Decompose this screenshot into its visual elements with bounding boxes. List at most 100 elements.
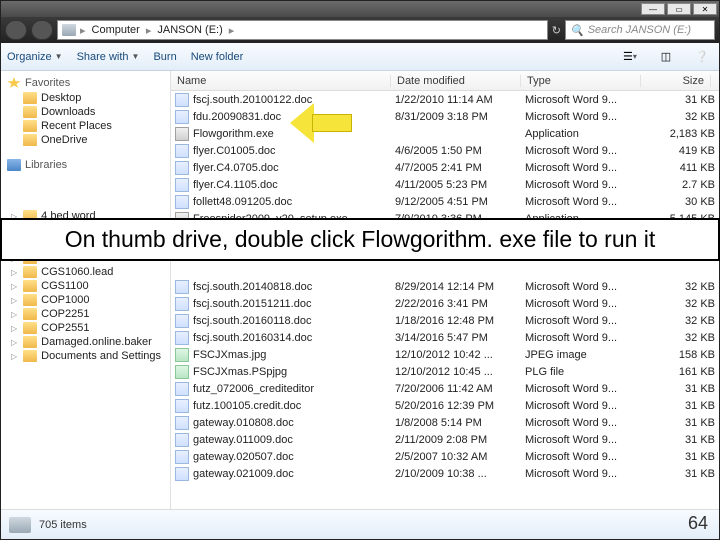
expand-icon[interactable]: ▷ (11, 282, 17, 291)
table-row[interactable]: fscj.south.20151211.doc2/22/2016 3:41 PM… (171, 295, 719, 312)
table-row[interactable]: futz_072006_crediteditor7/20/2006 11:42 … (171, 380, 719, 397)
table-row[interactable]: follett48.091205.doc9/12/2005 4:51 PMMic… (171, 193, 719, 210)
cell-type: Application (525, 128, 645, 140)
sidebar-item[interactable]: Recent Places (1, 119, 170, 133)
libraries-icon (7, 159, 21, 171)
sidebar-libraries-header[interactable]: Libraries (1, 157, 170, 173)
table-row[interactable]: fscj.south.20160314.doc3/14/2016 5:47 PM… (171, 329, 719, 346)
sidebar-item[interactable]: Downloads (1, 105, 170, 119)
sidebar-favorites-header[interactable]: Favorites (1, 75, 170, 91)
breadcrumb[interactable]: ▸ Computer ▸ JANSON (E:) ▸ (57, 20, 548, 40)
cell-name: Flowgorithm.exe (175, 127, 395, 141)
explorer-body: Favorites DesktopDownloadsRecent PlacesO… (1, 71, 719, 509)
table-row[interactable]: flyer.C4.0705.doc4/7/2005 2:41 PMMicroso… (171, 159, 719, 176)
table-row[interactable]: fscj.south.20100122.doc1/22/2010 11:14 A… (171, 91, 719, 108)
sidebar-item[interactable]: Desktop (1, 91, 170, 105)
sidebar-item-label: CGS1100 (41, 280, 89, 292)
new-folder-button[interactable]: New folder (191, 51, 244, 63)
file-icon (175, 416, 189, 430)
file-pane: Name Date modified Type Size fscj.south.… (171, 71, 719, 509)
preview-pane-button[interactable]: ◫ (655, 47, 677, 67)
cell-type: Microsoft Word 9... (525, 94, 645, 106)
col-size[interactable]: Size (641, 75, 711, 87)
burn-button[interactable]: Burn (153, 51, 176, 63)
file-icon (175, 365, 189, 379)
table-row[interactable]: FSCJXmas.jpg12/10/2012 10:42 ...JPEG ima… (171, 346, 719, 363)
close-button[interactable]: ✕ (693, 3, 717, 15)
table-row[interactable]: fdu.20090831.doc8/31/2009 3:18 PMMicroso… (171, 108, 719, 125)
cell-size: 158 KB (645, 349, 715, 361)
cell-size: 32 KB (645, 298, 715, 310)
sidebar-item[interactable]: ▷COP1000 (1, 293, 170, 307)
file-icon (175, 280, 189, 294)
cell-name: follett48.091205.doc (175, 195, 395, 209)
cell-date: 9/12/2005 4:51 PM (395, 196, 525, 208)
breadcrumb-seg[interactable]: JANSON (E:) (155, 24, 224, 36)
drive-icon (9, 517, 31, 533)
table-row[interactable]: Flowgorithm.exeApplication2,183 KB (171, 125, 719, 142)
sidebar-item[interactable]: ▷ Documents and Settings (1, 349, 170, 363)
table-row[interactable]: fscj.south.20140818.doc8/29/2014 12:14 P… (171, 278, 719, 295)
sidebar-item[interactable]: ▷ CGS1100 (1, 279, 170, 293)
table-row[interactable]: fscj.south.20160118.doc1/18/2016 12:48 P… (171, 312, 719, 329)
expand-icon[interactable]: ▷ (11, 338, 17, 347)
explorer-window: — ▭ ✕ ▸ Computer ▸ JANSON (E:) ▸ ↻ 🔍 Sea… (0, 0, 720, 540)
expand-icon[interactable]: ▷ (11, 296, 17, 305)
cell-name: flyer.C4.0705.doc (175, 161, 395, 175)
folder-icon (23, 92, 37, 104)
view-options-button[interactable]: ☰▾ (619, 47, 641, 67)
table-row[interactable]: flyer.C4.1105.doc4/11/2005 5:23 PMMicros… (171, 176, 719, 193)
cell-date: 8/31/2009 3:18 PM (395, 111, 525, 123)
sidebar-item[interactable]: ▷CGS1060.lead (1, 265, 170, 279)
cell-size: 31 KB (645, 434, 715, 446)
chevron-right-icon: ▸ (80, 24, 86, 37)
table-row[interactable]: gateway.021009.doc2/10/2009 10:38 ...Mic… (171, 465, 719, 482)
back-button[interactable] (5, 20, 27, 40)
table-row[interactable]: gateway.010808.doc1/8/2008 5:14 PMMicros… (171, 414, 719, 431)
table-row[interactable]: gateway.011009.doc2/11/2009 2:08 PMMicro… (171, 431, 719, 448)
minimize-button[interactable]: — (641, 3, 665, 15)
cell-size: 31 KB (645, 451, 715, 463)
table-row[interactable]: flyer.C01005.doc4/6/2005 1:50 PMMicrosof… (171, 142, 719, 159)
cell-name: gateway.010808.doc (175, 416, 395, 430)
maximize-button[interactable]: ▭ (667, 3, 691, 15)
search-input[interactable]: 🔍 Search JANSON (E:) (565, 20, 715, 40)
cell-type: JPEG image (525, 349, 645, 361)
folder-icon (23, 308, 37, 320)
help-button[interactable]: ❔ (691, 47, 713, 67)
col-name[interactable]: Name (171, 75, 391, 87)
organize-menu[interactable]: Organize▼ (7, 51, 63, 63)
sidebar-item-label: COP2551 (41, 322, 89, 334)
cell-date: 4/11/2005 5:23 PM (395, 179, 525, 191)
callout-arrow (290, 103, 352, 143)
col-type[interactable]: Type (521, 75, 641, 87)
cell-date: 1/8/2008 5:14 PM (395, 417, 525, 429)
cell-name: FSCJXmas.jpg (175, 348, 395, 362)
expand-icon[interactable]: ▷ (11, 352, 17, 361)
sidebar-item[interactable]: ▷Damaged.online.baker (1, 335, 170, 349)
refresh-icon[interactable]: ↻ (552, 24, 561, 37)
breadcrumb-seg[interactable]: Computer (90, 24, 142, 36)
table-row[interactable]: futz.100105.credit.doc5/20/2016 12:39 PM… (171, 397, 719, 414)
table-row[interactable]: gateway.020507.doc2/5/2007 10:32 AMMicro… (171, 448, 719, 465)
cell-date: 5/20/2016 12:39 PM (395, 400, 525, 412)
cell-date: 3/14/2016 5:47 PM (395, 332, 525, 344)
cell-date: 2/22/2016 3:41 PM (395, 298, 525, 310)
table-row[interactable]: FSCJXmas.PSpjpg12/10/2012 10:45 ...PLG f… (171, 363, 719, 380)
sidebar-item[interactable]: ▷ COP2551 (1, 321, 170, 335)
forward-button[interactable] (31, 20, 53, 40)
file-icon (175, 297, 189, 311)
file-icon (175, 127, 189, 141)
sidebar-item[interactable]: ▷COP2251 (1, 307, 170, 321)
folder-icon (23, 350, 37, 362)
sidebar-item[interactable]: OneDrive (1, 133, 170, 147)
folder-icon (23, 280, 37, 292)
expand-icon[interactable]: ▷ (11, 324, 17, 333)
table-row[interactable] (171, 261, 719, 278)
expand-icon[interactable]: ▷ (11, 310, 17, 319)
sidebar-item-label: Documents and Settings (41, 350, 161, 362)
col-date[interactable]: Date modified (391, 75, 521, 87)
share-menu[interactable]: Share with▼ (77, 51, 140, 63)
folder-icon (23, 266, 37, 278)
expand-icon[interactable]: ▷ (11, 268, 17, 277)
